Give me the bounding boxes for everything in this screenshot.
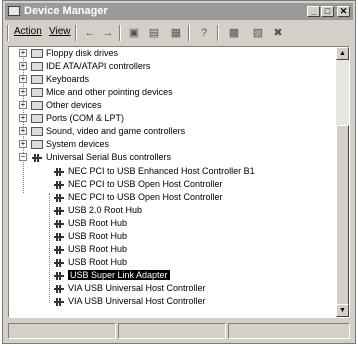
menu-toolbar: Action View ← → ▣ ▤ ▦ ? ▩ ▧ ✖ xyxy=(5,22,353,44)
status-panel xyxy=(118,323,226,339)
tree-item-floppy[interactable]: + Floppy disk drives xyxy=(19,47,118,59)
update-driver-icon[interactable]: ▧ xyxy=(249,25,267,41)
close-button[interactable]: ✕ xyxy=(337,6,350,17)
minimize-button[interactable]: _ xyxy=(307,6,320,17)
question-mark-icon xyxy=(31,101,43,111)
usb-device-item[interactable]: NEC PCI to USB Open Host Controller xyxy=(53,178,223,190)
usb-device-item[interactable]: USB Root Hub xyxy=(53,256,127,268)
usb-device-item[interactable]: USB Root Hub xyxy=(53,217,127,229)
usb-device-item[interactable]: NEC PCI to USB Open Host Controller xyxy=(53,191,223,203)
floppy-icon xyxy=(31,49,43,59)
tree-item-mice[interactable]: + Mice and other pointing devices xyxy=(19,86,173,98)
scroll-down-button[interactable]: ▼ xyxy=(336,304,349,317)
system-device-icon xyxy=(31,140,43,150)
usb-device-item-selected[interactable]: USB Super Link Adapter xyxy=(53,269,170,281)
usb-icon xyxy=(53,167,65,177)
usb-icon xyxy=(53,219,65,229)
forward-arrow-icon[interactable]: → xyxy=(99,25,117,41)
expand-toggle[interactable]: + xyxy=(19,88,27,96)
usb-icon xyxy=(53,232,65,242)
usb-icon xyxy=(53,245,65,255)
expand-toggle[interactable]: + xyxy=(19,62,27,70)
menu-view[interactable]: View xyxy=(49,26,71,37)
scroll-up-button[interactable]: ▲ xyxy=(336,47,349,60)
status-bar xyxy=(8,323,350,339)
show-hide-tree-icon[interactable]: ▤ xyxy=(145,25,163,41)
maximize-button[interactable]: □ xyxy=(321,6,334,17)
window-title: Device Manager xyxy=(24,5,108,17)
usb-device-item[interactable]: USB 2.0 Root Hub xyxy=(53,204,142,216)
uninstall-icon[interactable]: ✖ xyxy=(269,25,287,41)
expand-toggle[interactable]: + xyxy=(19,75,27,83)
expand-toggle[interactable]: + xyxy=(19,114,27,122)
usb-icon xyxy=(53,258,65,268)
usb-icon xyxy=(53,297,65,307)
scan-hardware-icon[interactable]: ▩ xyxy=(225,25,243,41)
vertical-scrollbar[interactable]: ▲ ▼ xyxy=(336,47,349,317)
tree-item-keyboards[interactable]: + Keyboards xyxy=(19,73,89,85)
up-folder-icon[interactable]: ▣ xyxy=(125,25,143,41)
device-manager-window: Device Manager _ □ ✕ Action View ← → ▣ ▤… xyxy=(2,0,356,344)
properties-icon[interactable]: ▦ xyxy=(167,25,185,41)
usb-device-item[interactable]: NEC PCI to USB Enhanced Host Controller … xyxy=(53,165,255,177)
usb-icon xyxy=(53,206,65,216)
ide-controller-icon xyxy=(31,62,43,72)
menu-action[interactable]: Action xyxy=(14,26,42,37)
back-arrow-icon[interactable]: ← xyxy=(81,25,99,41)
keyboard-icon xyxy=(31,75,43,85)
tree-item-system[interactable]: + System devices xyxy=(19,138,109,150)
port-icon xyxy=(31,114,43,124)
device-tree[interactable]: + Floppy disk drives + IDE ATA/ATAPI con… xyxy=(8,46,350,318)
collapse-toggle[interactable]: − xyxy=(19,153,27,161)
tree-item-usb-controllers[interactable]: − Universal Serial Bus controllers xyxy=(19,151,171,163)
expand-toggle[interactable]: + xyxy=(19,101,27,109)
expand-toggle[interactable]: + xyxy=(19,49,27,57)
usb-icon xyxy=(53,193,65,203)
tree-connector-line-children xyxy=(49,193,51,303)
tree-item-ports[interactable]: + Ports (COM & LPT) xyxy=(19,112,124,124)
usb-icon xyxy=(53,271,65,281)
usb-device-item[interactable]: USB Root Hub xyxy=(53,230,127,242)
usb-icon xyxy=(53,180,65,190)
status-panel xyxy=(228,323,350,339)
tree-item-sound[interactable]: + Sound, video and game controllers xyxy=(19,125,185,137)
usb-icon xyxy=(53,284,65,294)
tree-item-ide[interactable]: + IDE ATA/ATAPI controllers xyxy=(19,60,150,72)
expand-toggle[interactable]: + xyxy=(19,140,27,148)
title-bar[interactable]: Device Manager _ □ ✕ xyxy=(5,3,353,20)
help-icon[interactable]: ? xyxy=(195,25,213,41)
status-panel xyxy=(8,323,116,339)
usb-device-item[interactable]: VIA USB Universal Host Controller xyxy=(53,282,206,294)
usb-icon xyxy=(31,153,43,163)
tree-item-other-devices[interactable]: + Other devices xyxy=(19,99,102,111)
speaker-icon xyxy=(31,127,43,137)
usb-device-item[interactable]: VIA USB Universal Host Controller xyxy=(53,295,206,307)
device-manager-icon xyxy=(8,6,20,16)
mouse-icon xyxy=(31,88,43,98)
expand-toggle[interactable]: + xyxy=(19,127,27,135)
usb-device-item[interactable]: USB Root Hub xyxy=(53,243,127,255)
scroll-thumb[interactable] xyxy=(336,125,349,305)
